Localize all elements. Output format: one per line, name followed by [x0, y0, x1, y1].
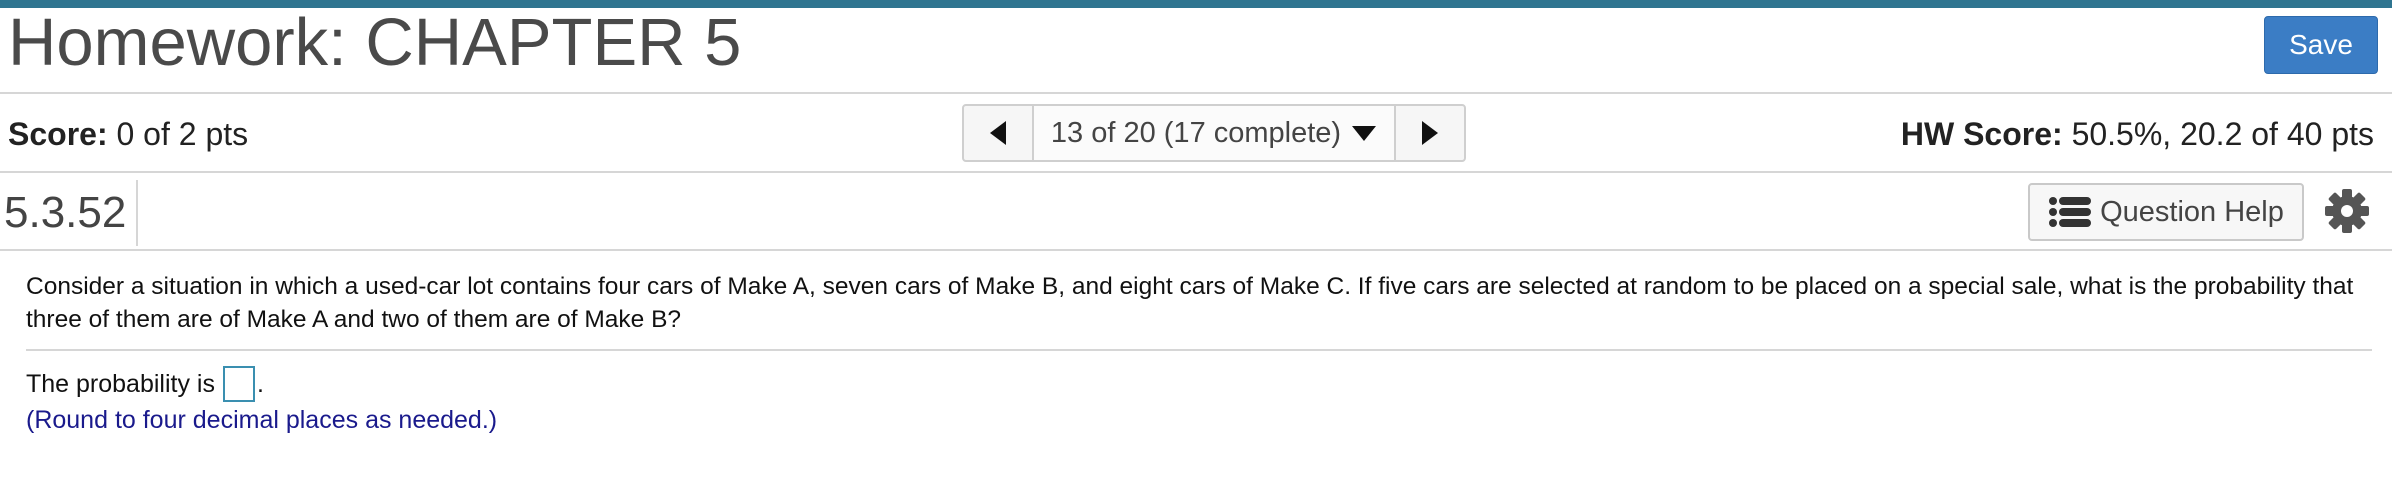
- dropdown-caret-icon: [1352, 126, 1377, 141]
- previous-question-button[interactable]: [964, 106, 1032, 160]
- answer-suffix: .: [256, 369, 264, 398]
- answer-row: The probability is .: [26, 366, 264, 402]
- question-number: 5.3.52: [4, 180, 138, 246]
- prev-arrow-icon: [990, 121, 1006, 145]
- score: Score: 0 of 2 pts: [8, 116, 248, 153]
- probability-answer-input[interactable]: [222, 366, 255, 402]
- save-button[interactable]: Save: [2264, 16, 2378, 74]
- next-arrow-icon: [1422, 121, 1438, 145]
- divider: [0, 92, 2392, 94]
- question-navigator: 13 of 20 (17 complete): [962, 104, 1466, 162]
- answer-prefix: The probability is: [26, 369, 215, 398]
- question-select-dropdown[interactable]: 13 of 20 (17 complete): [1032, 106, 1396, 160]
- question-help-button[interactable]: Question Help: [2028, 183, 2304, 241]
- divider: [0, 249, 2392, 251]
- rounding-hint: (Round to four decimal places as needed.…: [26, 406, 498, 434]
- divider: [26, 349, 2372, 351]
- score-label: Score:: [8, 116, 108, 152]
- next-question-button[interactable]: [1396, 106, 1464, 160]
- question-help-label: Question Help: [2100, 195, 2284, 228]
- divider: [0, 171, 2392, 173]
- hw-score-value: 50.5%, 20.2 of 40 pts: [2071, 116, 2374, 152]
- list-icon: [2049, 197, 2092, 227]
- page-title: Homework: CHAPTER 5: [8, 5, 742, 80]
- gear-icon[interactable]: [2324, 188, 2370, 234]
- hw-score: HW Score: 50.5%, 20.2 of 40 pts: [1901, 116, 2374, 153]
- hw-score-label: HW Score:: [1900, 116, 2063, 152]
- question-text: Consider a situation in which a used-car…: [26, 273, 2354, 333]
- score-value: 0 of 2 pts: [116, 116, 249, 152]
- question-position: 13 of 20 (17 complete): [1050, 116, 1342, 149]
